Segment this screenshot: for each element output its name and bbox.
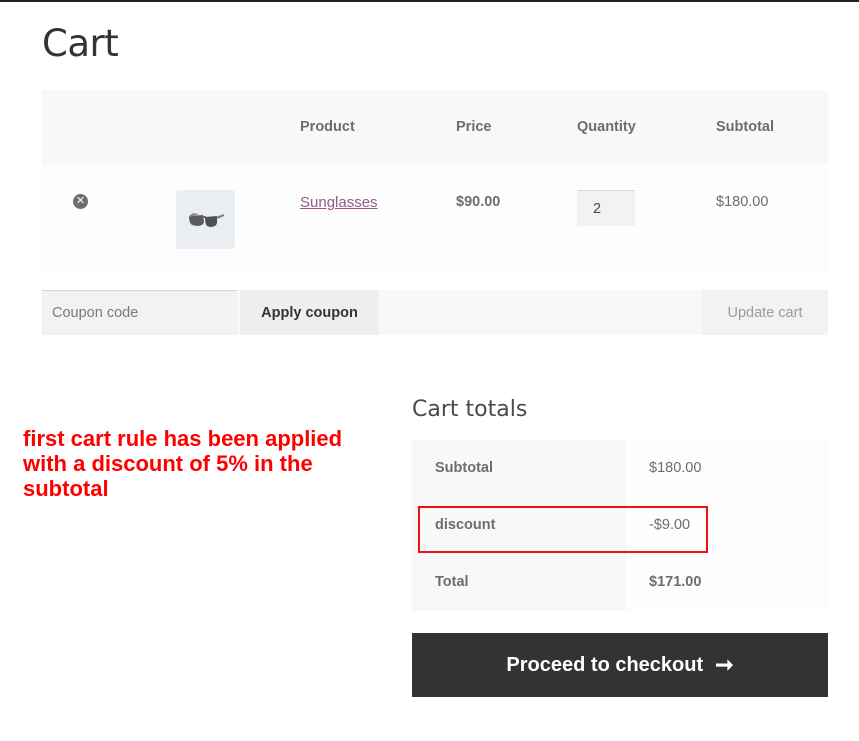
update-cart-button[interactable]: Update cart — [702, 290, 828, 335]
sunglasses-icon — [188, 212, 224, 227]
header-subtotal: Subtotal — [716, 119, 774, 135]
quantity-input[interactable] — [577, 190, 635, 226]
totals-value-subtotal: $180.00 — [649, 460, 702, 476]
totals-label-subtotal: Subtotal — [435, 460, 493, 476]
cart-totals-title: Cart totals — [412, 397, 528, 422]
totals-value-total: $171.00 — [649, 574, 702, 590]
cart-item-row: ✕ Sunglasses $90.00 $180.00 — [42, 165, 828, 275]
annotation-text: first cart rule has been applied with a … — [23, 426, 343, 501]
cart-actions: Apply coupon Update cart — [42, 290, 828, 335]
arrow-right-icon: ➞ — [715, 652, 734, 677]
product-thumbnail[interactable] — [176, 190, 235, 249]
checkout-label: Proceed to checkout — [506, 653, 704, 676]
remove-item-icon[interactable]: ✕ — [73, 194, 88, 209]
totals-row-discount: discount -$9.00 — [412, 497, 828, 554]
totals-label-discount: discount — [435, 517, 496, 533]
cart-table-header: Product Price Quantity Subtotal — [42, 90, 828, 165]
header-price: Price — [456, 119, 492, 135]
cart-totals-table: Subtotal $180.00 discount -$9.00 Total $… — [412, 440, 828, 611]
proceed-to-checkout-button[interactable]: Proceed to checkout ➞ — [412, 633, 828, 697]
coupon-code-input[interactable] — [42, 290, 237, 335]
header-quantity: Quantity — [577, 119, 636, 135]
header-product: Product — [300, 119, 355, 135]
top-border — [0, 0, 859, 2]
product-subtotal: $180.00 — [716, 194, 769, 210]
totals-label-total: Total — [435, 574, 469, 590]
product-name-link[interactable]: Sunglasses — [300, 194, 378, 211]
apply-coupon-button[interactable]: Apply coupon — [240, 290, 379, 335]
totals-row-total: Total $171.00 — [412, 554, 828, 611]
cart-table: Product Price Quantity Subtotal ✕ Sungla… — [42, 90, 828, 275]
totals-value-discount: -$9.00 — [649, 517, 691, 533]
product-price: $90.00 — [456, 194, 501, 210]
page-title: Cart — [42, 22, 119, 65]
totals-row-subtotal: Subtotal $180.00 — [412, 440, 828, 497]
